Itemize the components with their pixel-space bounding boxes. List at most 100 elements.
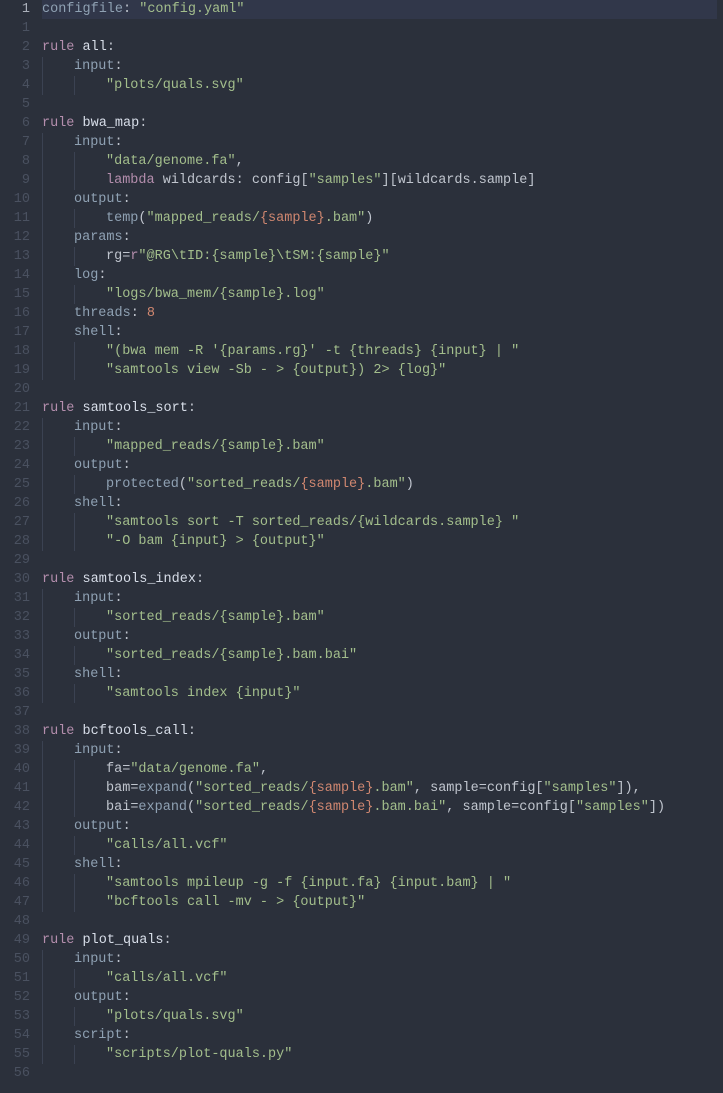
line-number: 9 bbox=[4, 171, 30, 190]
code-line[interactable]: input: bbox=[42, 418, 717, 437]
token: ( bbox=[187, 800, 195, 815]
code-area[interactable]: configfile: "config.yaml"rule all:input:… bbox=[42, 0, 723, 1083]
token: input bbox=[74, 743, 115, 758]
token: output bbox=[74, 819, 123, 834]
code-line[interactable]: params: bbox=[42, 228, 717, 247]
code-line[interactable]: "sorted_reads/{sample}.bam.bai" bbox=[42, 646, 717, 665]
code-line[interactable]: input: bbox=[42, 741, 717, 760]
token: : bbox=[115, 59, 123, 74]
code-line[interactable]: "samtools view -Sb - > {output}) 2> {log… bbox=[42, 361, 717, 380]
code-line[interactable]: "plots/quals.svg" bbox=[42, 76, 717, 95]
code-line[interactable]: script: bbox=[42, 1026, 717, 1045]
code-line[interactable]: "bcftools call -mv - > {output}" bbox=[42, 893, 717, 912]
line-number: 22 bbox=[4, 418, 30, 437]
code-line[interactable]: "mapped_reads/{sample}.bam" bbox=[42, 437, 717, 456]
code-line[interactable]: "data/genome.fa", bbox=[42, 152, 717, 171]
token: : bbox=[115, 325, 123, 340]
line-number: 18 bbox=[4, 342, 30, 361]
code-line[interactable]: rule samtools_index: bbox=[42, 570, 717, 589]
token: : bbox=[115, 420, 123, 435]
token: "logs/bwa_mem/{sample}.log" bbox=[106, 287, 325, 302]
code-line[interactable]: lambda wildcards: config["samples"][wild… bbox=[42, 171, 717, 190]
indent-guide bbox=[42, 342, 74, 361]
code-line[interactable]: "plots/quals.svg" bbox=[42, 1007, 717, 1026]
token: : bbox=[115, 135, 123, 150]
code-line[interactable]: input: bbox=[42, 57, 717, 76]
token: . bbox=[471, 173, 479, 188]
code-line[interactable]: "logs/bwa_mem/{sample}.log" bbox=[42, 285, 717, 304]
code-line[interactable] bbox=[42, 1064, 717, 1083]
code-editor[interactable]: 1123456789101112131415161718192021222324… bbox=[0, 0, 723, 1083]
code-line[interactable]: bai=expand("sorted_reads/{sample}.bam.ba… bbox=[42, 798, 717, 817]
code-line[interactable]: configfile: "config.yaml" bbox=[42, 0, 717, 19]
code-line[interactable]: rule samtools_sort: bbox=[42, 399, 717, 418]
code-line[interactable]: output: bbox=[42, 456, 717, 475]
token: ( bbox=[138, 211, 146, 226]
code-line[interactable]: output: bbox=[42, 817, 717, 836]
code-line[interactable]: shell: bbox=[42, 323, 717, 342]
line-number: 43 bbox=[4, 817, 30, 836]
token: bam bbox=[106, 781, 130, 796]
line-number-gutter: 1123456789101112131415161718192021222324… bbox=[0, 0, 42, 1083]
code-line[interactable]: rg=r"@RG\tID:{sample}\tSM:{sample}" bbox=[42, 247, 717, 266]
code-line[interactable] bbox=[42, 95, 717, 114]
code-line[interactable]: rule all: bbox=[42, 38, 717, 57]
token: fa bbox=[106, 762, 122, 777]
line-number: 51 bbox=[4, 969, 30, 988]
token: rule bbox=[42, 724, 74, 739]
code-line[interactable] bbox=[42, 19, 717, 38]
line-number: 42 bbox=[4, 798, 30, 817]
token: : bbox=[164, 933, 172, 948]
code-line[interactable]: rule bcftools_call: bbox=[42, 722, 717, 741]
code-line[interactable]: shell: bbox=[42, 855, 717, 874]
code-line[interactable]: "samtools mpileup -g -f {input.fa} {inpu… bbox=[42, 874, 717, 893]
code-line[interactable] bbox=[42, 380, 717, 399]
token: output bbox=[74, 192, 123, 207]
code-line[interactable] bbox=[42, 912, 717, 931]
code-line[interactable]: "calls/all.vcf" bbox=[42, 969, 717, 988]
code-line[interactable]: protected("sorted_reads/{sample}.bam") bbox=[42, 475, 717, 494]
code-line[interactable]: bam=expand("sorted_reads/{sample}.bam", … bbox=[42, 779, 717, 798]
code-line[interactable]: input: bbox=[42, 133, 717, 152]
code-line[interactable]: log: bbox=[42, 266, 717, 285]
indent-guide bbox=[42, 627, 74, 646]
token: input bbox=[74, 952, 115, 967]
code-line[interactable]: temp("mapped_reads/{sample}.bam") bbox=[42, 209, 717, 228]
code-line[interactable]: output: bbox=[42, 190, 717, 209]
token: "-O bam {input} > {output}" bbox=[106, 534, 325, 549]
token: sample bbox=[463, 800, 512, 815]
token: input bbox=[74, 59, 115, 74]
token: : bbox=[131, 306, 147, 321]
indent-guide bbox=[74, 646, 106, 665]
code-line[interactable]: "calls/all.vcf" bbox=[42, 836, 717, 855]
code-line[interactable]: input: bbox=[42, 950, 717, 969]
code-line[interactable] bbox=[42, 703, 717, 722]
line-number: 17 bbox=[4, 323, 30, 342]
code-line[interactable]: "samtools index {input}" bbox=[42, 684, 717, 703]
code-line[interactable] bbox=[42, 551, 717, 570]
indent-guide bbox=[42, 456, 74, 475]
token: rule bbox=[42, 401, 74, 416]
code-line[interactable]: output: bbox=[42, 988, 717, 1007]
code-line[interactable]: "samtools sort -T sorted_reads/{wildcard… bbox=[42, 513, 717, 532]
code-line[interactable]: input: bbox=[42, 589, 717, 608]
line-number: 28 bbox=[4, 532, 30, 551]
indent-guide bbox=[42, 969, 74, 988]
code-line[interactable]: threads: 8 bbox=[42, 304, 717, 323]
code-line[interactable]: shell: bbox=[42, 665, 717, 684]
code-line[interactable]: shell: bbox=[42, 494, 717, 513]
token: config bbox=[252, 173, 301, 188]
code-line[interactable]: fa="data/genome.fa", bbox=[42, 760, 717, 779]
code-line[interactable]: output: bbox=[42, 627, 717, 646]
line-number: 40 bbox=[4, 760, 30, 779]
code-line[interactable]: rule plot_quals: bbox=[42, 931, 717, 950]
code-line[interactable]: rule bwa_map: bbox=[42, 114, 717, 133]
indent-guide bbox=[42, 228, 74, 247]
code-line[interactable]: "-O bam {input} > {output}" bbox=[42, 532, 717, 551]
token: "config.yaml" bbox=[139, 2, 244, 17]
token: "(bwa mem -R '{params.rg}' -t {threads} … bbox=[106, 344, 519, 359]
code-line[interactable]: "scripts/plot-quals.py" bbox=[42, 1045, 717, 1064]
code-line[interactable]: "sorted_reads/{sample}.bam" bbox=[42, 608, 717, 627]
code-line[interactable]: "(bwa mem -R '{params.rg}' -t {threads} … bbox=[42, 342, 717, 361]
token: : bbox=[115, 667, 123, 682]
